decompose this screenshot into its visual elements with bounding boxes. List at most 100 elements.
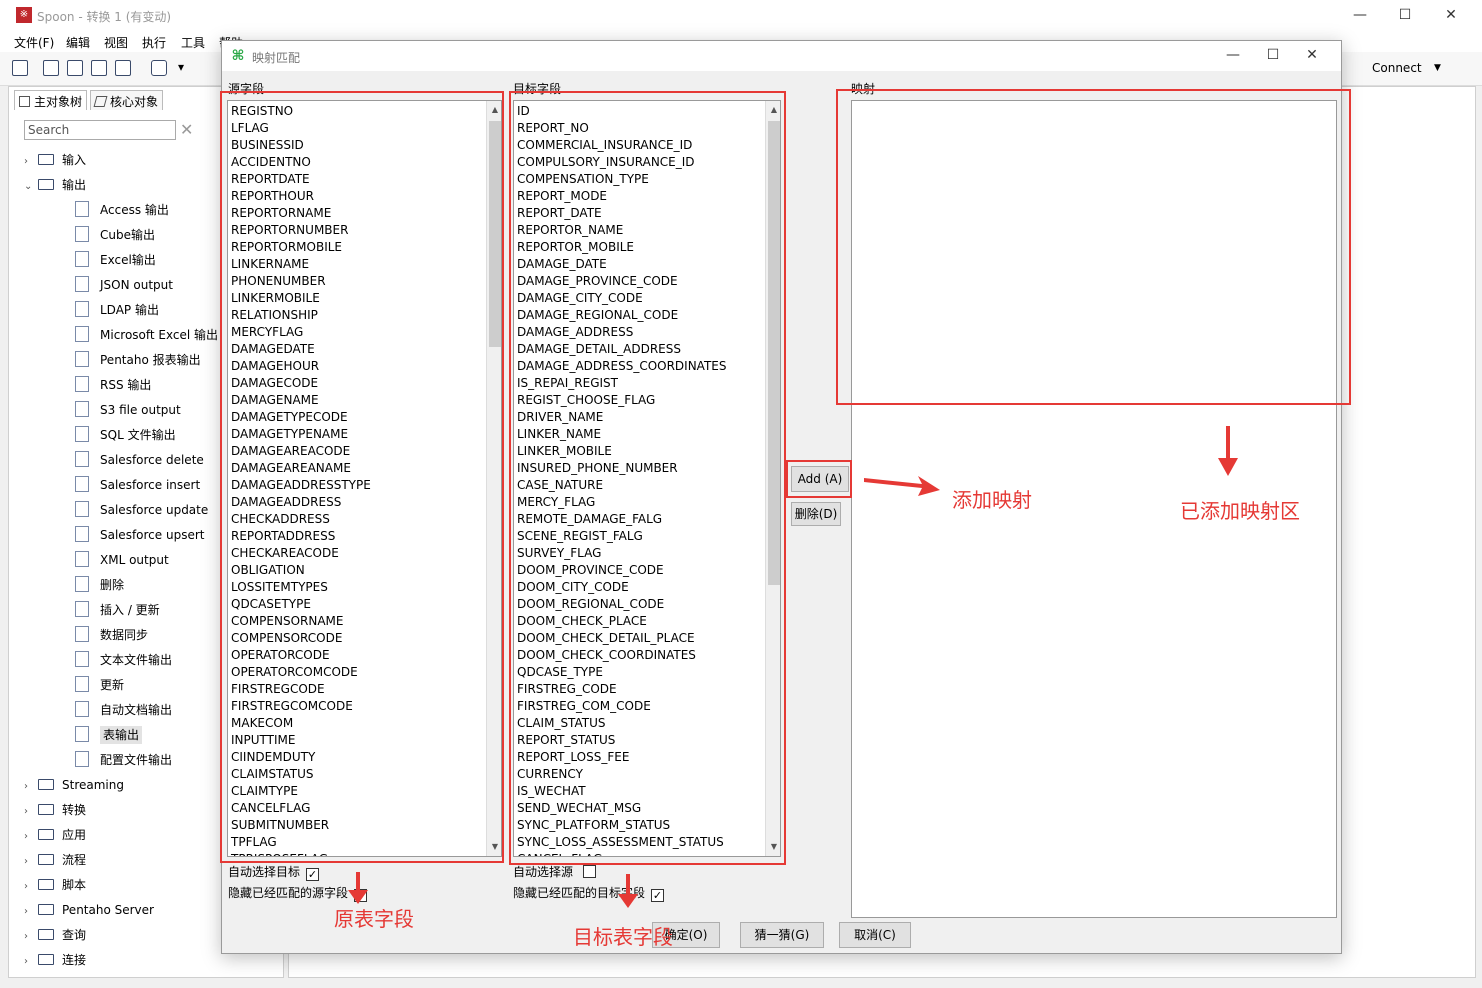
source-table-fields-annotation: 原表字段 bbox=[334, 907, 414, 931]
menu-view[interactable]: 视图 bbox=[104, 34, 128, 51]
folder-icon bbox=[38, 954, 54, 965]
save-as-icon[interactable] bbox=[115, 60, 131, 76]
layers-icon[interactable] bbox=[151, 60, 167, 76]
tree-item-label: 连接 bbox=[62, 953, 87, 967]
chevron-right-icon[interactable]: › bbox=[24, 876, 38, 898]
chevron-down-icon[interactable]: ⌄ bbox=[24, 176, 38, 198]
search-input[interactable]: Search bbox=[24, 120, 176, 140]
auto-select-source-option[interactable]: 自动选择源 bbox=[513, 863, 597, 880]
step-icon bbox=[75, 476, 89, 492]
tab-main-tree-label: 主对象树 bbox=[34, 95, 83, 109]
tree-item-label: RSS 输出 bbox=[100, 378, 152, 392]
tree-item-label: 脚本 bbox=[62, 878, 87, 892]
tree-item-label: 应用 bbox=[62, 828, 87, 842]
step-icon bbox=[75, 276, 89, 292]
layers-dropdown-icon[interactable]: ▾ bbox=[178, 60, 184, 74]
dialog-minimize-button[interactable]: — bbox=[1223, 46, 1243, 66]
menu-tools[interactable]: 工具 bbox=[181, 34, 205, 51]
step-icon bbox=[75, 451, 89, 467]
chevron-right-icon[interactable]: › bbox=[24, 901, 38, 923]
tree-item-label: 自动文档输出 bbox=[100, 703, 173, 717]
main-title-bar: ※ Spoon - 转换 1 (有变动) — ☐ ✕ bbox=[0, 0, 1482, 32]
menu-edit[interactable]: 编辑 bbox=[66, 34, 90, 51]
tab-core-objects[interactable]: 核心对象 bbox=[90, 90, 164, 110]
auto-select-target-option[interactable]: 自动选择目标 ✓ bbox=[228, 863, 320, 881]
minimize-button[interactable]: — bbox=[1350, 6, 1370, 26]
tree-item-label: Cube输出 bbox=[100, 228, 155, 242]
step-icon bbox=[75, 601, 89, 617]
auto-select-target-checkbox[interactable]: ✓ bbox=[306, 868, 320, 881]
folder-icon bbox=[38, 779, 54, 790]
tree-item-label: S3 file output bbox=[100, 403, 181, 417]
dialog-title: 映射匹配 bbox=[252, 51, 301, 65]
chevron-right-icon[interactable]: › bbox=[24, 851, 38, 873]
mapping-area-highlight bbox=[836, 89, 1351, 405]
open-file-icon[interactable] bbox=[43, 60, 59, 76]
step-icon bbox=[75, 726, 89, 742]
maximize-button[interactable]: ☐ bbox=[1395, 6, 1415, 26]
chevron-right-icon[interactable]: › bbox=[24, 826, 38, 848]
auto-select-target-label: 自动选择目标 bbox=[228, 865, 301, 879]
dialog-close-button[interactable]: ✕ bbox=[1302, 46, 1322, 66]
chevron-right-icon[interactable]: › bbox=[24, 776, 38, 798]
hide-matched-target-checkbox[interactable]: ✓ bbox=[651, 889, 665, 902]
tree-item-label: XML output bbox=[100, 553, 169, 567]
dialog-maximize-button[interactable]: ☐ bbox=[1263, 46, 1283, 66]
auto-select-source-label: 自动选择源 bbox=[513, 865, 574, 879]
chevron-right-icon[interactable]: › bbox=[24, 801, 38, 823]
tree-item-label: SQL 文件输出 bbox=[100, 428, 176, 442]
close-button[interactable]: ✕ bbox=[1441, 6, 1461, 26]
tree-item-label: Salesforce delete bbox=[100, 453, 204, 467]
tree-item-label: Pentaho Server bbox=[62, 903, 154, 917]
step-icon bbox=[75, 426, 89, 442]
chevron-right-icon[interactable]: › bbox=[24, 951, 38, 973]
tab-core-objects-label: 核心对象 bbox=[110, 95, 159, 109]
folder-icon bbox=[38, 879, 54, 890]
save-icon[interactable] bbox=[91, 60, 107, 76]
tree-item-label: Excel输出 bbox=[100, 253, 156, 267]
step-icon bbox=[75, 551, 89, 567]
chevron-right-icon[interactable]: › bbox=[24, 151, 38, 173]
added-area-annotation: 已添加映射区 bbox=[1180, 499, 1300, 523]
chevron-right-icon[interactable]: › bbox=[24, 926, 38, 948]
step-icon bbox=[75, 701, 89, 717]
tree-item-label: Salesforce update bbox=[100, 503, 209, 517]
step-icon bbox=[75, 251, 89, 267]
explore-repository-icon[interactable] bbox=[67, 60, 83, 76]
hide-matched-source-label: 隐藏已经匹配的源字段 bbox=[228, 886, 349, 900]
tree-item-label: 数据同步 bbox=[100, 628, 149, 642]
connect-button[interactable]: Connect bbox=[1372, 61, 1422, 75]
tree-item-label: 表输出 bbox=[100, 726, 143, 744]
step-icon bbox=[75, 576, 89, 592]
step-icon bbox=[75, 376, 89, 392]
tree-item-label: Microsoft Excel 输出 bbox=[100, 328, 219, 342]
hide-matched-target-option[interactable]: 隐藏已经匹配的目标字段 ✓ bbox=[513, 884, 665, 902]
clear-search-icon[interactable]: ✕ bbox=[180, 120, 193, 139]
pencil-icon bbox=[93, 96, 108, 107]
added-area-arrow-icon bbox=[1218, 426, 1238, 476]
cancel-button[interactable]: 取消(C) bbox=[839, 922, 911, 948]
tree-tab-icon bbox=[19, 96, 30, 107]
tree-item-label: 查询 bbox=[62, 928, 87, 942]
menu-file[interactable]: 文件(F) bbox=[14, 34, 54, 51]
folder-icon bbox=[38, 854, 54, 865]
auto-select-source-checkbox[interactable] bbox=[583, 865, 597, 878]
add-mapping-annotation: 添加映射 bbox=[952, 488, 1032, 512]
tab-main-tree[interactable]: 主对象树 bbox=[14, 90, 88, 110]
menu-run[interactable]: 执行 bbox=[142, 34, 166, 51]
step-icon bbox=[75, 326, 89, 342]
tree-item-label: Pentaho 报表输出 bbox=[100, 353, 201, 367]
target-fields-highlight bbox=[509, 91, 786, 865]
tree-item-label: 更新 bbox=[100, 678, 125, 692]
folder-icon bbox=[38, 904, 54, 915]
guess-button[interactable]: 猜一猜(G) bbox=[740, 922, 824, 948]
step-icon bbox=[75, 301, 89, 317]
step-icon bbox=[75, 226, 89, 242]
connect-dropdown-icon[interactable]: ▼ bbox=[1434, 63, 1441, 73]
tree-item-label: 配置文件输出 bbox=[100, 753, 173, 767]
step-icon bbox=[75, 526, 89, 542]
delete-mapping-button[interactable]: 删除(D) bbox=[791, 502, 841, 526]
new-file-icon[interactable] bbox=[12, 60, 28, 76]
folder-icon bbox=[38, 804, 54, 815]
target-fields-arrow-icon bbox=[618, 874, 638, 908]
